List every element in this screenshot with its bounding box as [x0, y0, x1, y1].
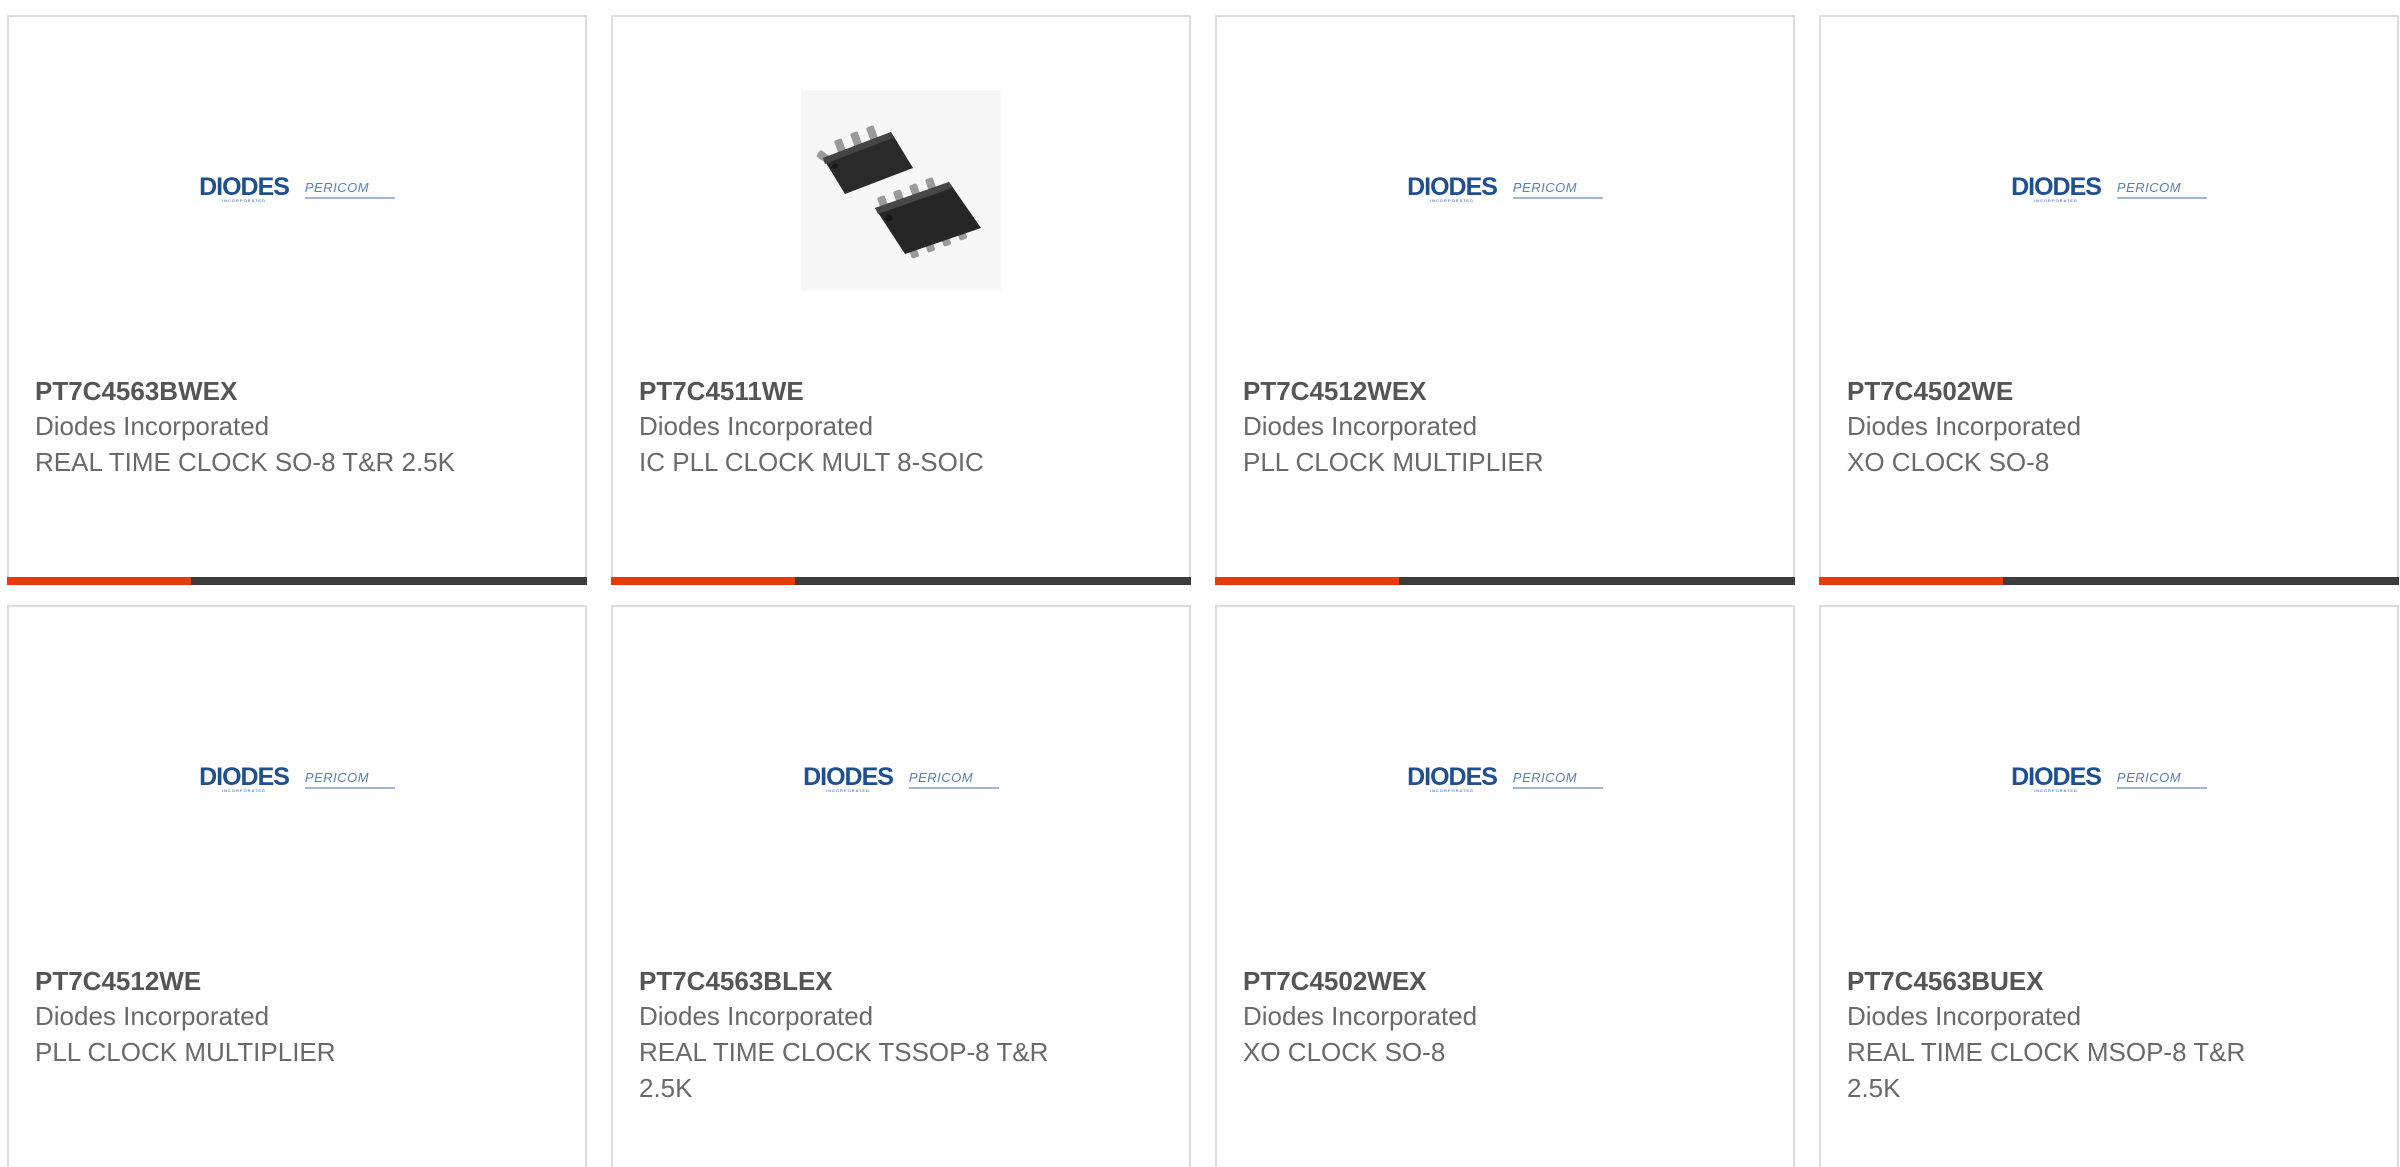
- product-info: PT7C4563BWEX Diodes Incorporated REAL TI…: [35, 362, 559, 480]
- product-info: PT7C4502WE Diodes Incorporated XO CLOCK …: [1847, 362, 2371, 480]
- description: PLL CLOCK MULTIPLIER: [35, 1037, 336, 1067]
- diodes-logo-subtext: INCORPORATED: [2034, 787, 2078, 793]
- diodes-logo-subtext: INCORPORATED: [2034, 197, 2078, 203]
- pericom-logo-text: PERICOM: [1512, 179, 1578, 195]
- product-info: PT7C4511WE Diodes Incorporated IC PLL CL…: [639, 362, 1163, 480]
- description: REAL TIME CLOCK MSOP-8 T&R 2.5K: [1847, 1037, 2246, 1103]
- part-number[interactable]: PT7C4563BUEX: [1847, 964, 2371, 998]
- product-card[interactable]: DIODES INCORPORATED PERICOM PT7C4563BLEX…: [611, 605, 1191, 1167]
- product-card[interactable]: DIODES INCORPORATED PERICOM PT7C4512WE D…: [7, 605, 587, 1167]
- diodes-logo-subtext: INCORPORATED: [826, 787, 870, 793]
- product-image[interactable]: [613, 17, 1189, 362]
- diodes-pericom-logo: DIODES INCORPORATED PERICOM: [1407, 172, 1603, 204]
- manufacturer: Diodes Incorporated: [1847, 411, 2082, 441]
- product-card[interactable]: DIODES INCORPORATED PERICOM PT7C4502WEX …: [1215, 605, 1795, 1167]
- product-image[interactable]: DIODES INCORPORATED PERICOM: [1217, 607, 1793, 952]
- product-image[interactable]: DIODES INCORPORATED PERICOM: [1821, 607, 2397, 952]
- product-info: PT7C4563BUEX Diodes Incorporated REAL TI…: [1847, 952, 2371, 1106]
- manufacturer: Diodes Incorporated: [639, 411, 874, 441]
- description: XO CLOCK SO-8: [1243, 1037, 1446, 1067]
- diodes-logo-subtext: INCORPORATED: [1430, 197, 1474, 203]
- card-footer-bar: [1215, 577, 1795, 585]
- pericom-logo-text: PERICOM: [1512, 769, 1578, 785]
- pericom-logo-text: PERICOM: [2116, 179, 2182, 195]
- pericom-logo-text: PERICOM: [908, 769, 974, 785]
- diodes-logo-text: DIODES: [2011, 172, 2102, 201]
- manufacturer: Diodes Incorporated: [1243, 1001, 1478, 1031]
- description: REAL TIME CLOCK SO-8 T&R 2.5K: [35, 447, 455, 477]
- diodes-logo-text: DIODES: [199, 172, 290, 201]
- part-number[interactable]: PT7C4511WE: [639, 374, 1163, 408]
- product-info: PT7C4502WEX Diodes Incorporated XO CLOCK…: [1243, 952, 1767, 1070]
- diodes-pericom-logo: DIODES INCORPORATED PERICOM: [199, 762, 395, 794]
- diodes-logo-subtext: INCORPORATED: [1430, 787, 1474, 793]
- part-number[interactable]: PT7C4502WE: [1847, 374, 2371, 408]
- manufacturer: Diodes Incorporated: [1847, 1001, 2082, 1031]
- product-card[interactable]: DIODES INCORPORATED PERICOM PT7C4563BUEX…: [1819, 605, 2399, 1167]
- product-grid: DIODES INCORPORATED PERICOM PT7C4563BWEX…: [0, 0, 2400, 1167]
- product-info: PT7C4563BLEX Diodes Incorporated REAL TI…: [639, 952, 1163, 1106]
- soic-8-chip-photo: [801, 89, 1001, 290]
- description: XO CLOCK SO-8: [1847, 447, 2050, 477]
- diodes-logo-subtext: INCORPORATED: [222, 197, 266, 203]
- diodes-logo-text: DIODES: [803, 762, 894, 791]
- product-image[interactable]: DIODES INCORPORATED PERICOM: [613, 607, 1189, 952]
- diodes-pericom-logo: DIODES INCORPORATED PERICOM: [2011, 762, 2207, 794]
- pericom-logo-text: PERICOM: [304, 769, 370, 785]
- manufacturer: Diodes Incorporated: [35, 411, 270, 441]
- manufacturer: Diodes Incorporated: [1243, 411, 1478, 441]
- part-number[interactable]: PT7C4512WE: [35, 964, 559, 998]
- pericom-logo-text: PERICOM: [304, 179, 370, 195]
- product-info: PT7C4512WEX Diodes Incorporated PLL CLOC…: [1243, 362, 1767, 480]
- diodes-logo-text: DIODES: [2011, 762, 2102, 791]
- product-card[interactable]: DIODES INCORPORATED PERICOM PT7C4512WEX …: [1215, 15, 1795, 585]
- diodes-pericom-logo: DIODES INCORPORATED PERICOM: [2011, 172, 2207, 204]
- part-number[interactable]: PT7C4512WEX: [1243, 374, 1767, 408]
- card-footer-bar: [1819, 577, 2399, 585]
- part-number[interactable]: PT7C4502WEX: [1243, 964, 1767, 998]
- diodes-pericom-logo: DIODES INCORPORATED PERICOM: [803, 762, 999, 794]
- card-footer-bar: [611, 577, 1191, 585]
- manufacturer: Diodes Incorporated: [639, 1001, 874, 1031]
- product-card[interactable]: DIODES INCORPORATED PERICOM PT7C4563BWEX…: [7, 15, 587, 585]
- diodes-logo-subtext: INCORPORATED: [222, 787, 266, 793]
- description: PLL CLOCK MULTIPLIER: [1243, 447, 1544, 477]
- product-info: PT7C4512WE Diodes Incorporated PLL CLOCK…: [35, 952, 559, 1070]
- diodes-logo-text: DIODES: [1407, 172, 1498, 201]
- diodes-pericom-logo: DIODES INCORPORATED PERICOM: [199, 172, 395, 204]
- product-card[interactable]: PT7C4511WE Diodes Incorporated IC PLL CL…: [611, 15, 1191, 585]
- diodes-pericom-logo: DIODES INCORPORATED PERICOM: [1407, 762, 1603, 794]
- manufacturer: Diodes Incorporated: [35, 1001, 270, 1031]
- product-image[interactable]: DIODES INCORPORATED PERICOM: [9, 607, 585, 952]
- product-image[interactable]: DIODES INCORPORATED PERICOM: [1217, 17, 1793, 362]
- part-number[interactable]: PT7C4563BLEX: [639, 964, 1163, 998]
- product-card[interactable]: DIODES INCORPORATED PERICOM PT7C4502WE D…: [1819, 15, 2399, 585]
- part-number[interactable]: PT7C4563BWEX: [35, 374, 559, 408]
- diodes-logo-text: DIODES: [199, 762, 290, 791]
- diodes-logo-text: DIODES: [1407, 762, 1498, 791]
- description: IC PLL CLOCK MULT 8-SOIC: [639, 447, 984, 477]
- card-footer-bar: [7, 577, 587, 585]
- pericom-logo-text: PERICOM: [2116, 769, 2182, 785]
- product-image[interactable]: DIODES INCORPORATED PERICOM: [1821, 17, 2397, 362]
- description: REAL TIME CLOCK TSSOP-8 T&R 2.5K: [639, 1037, 1049, 1103]
- product-image[interactable]: DIODES INCORPORATED PERICOM: [9, 17, 585, 362]
